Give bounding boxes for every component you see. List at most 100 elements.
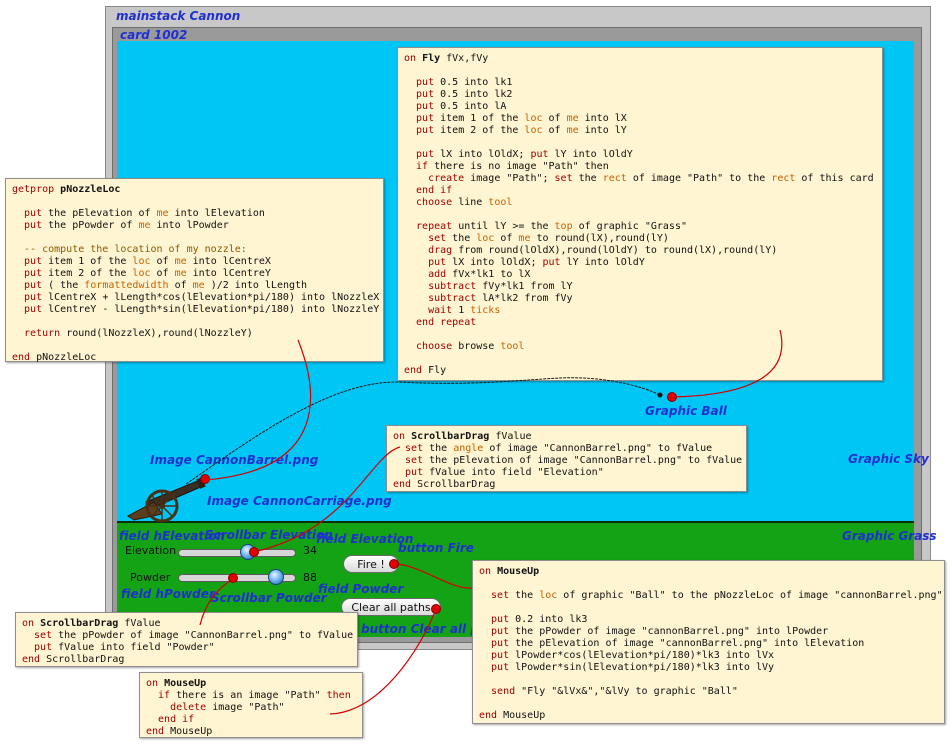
code-line: put fValue into field "Elevation" <box>393 467 740 479</box>
code-line: getprop pNozzleLoc <box>12 184 377 196</box>
scrollbar-elevation-track[interactable] <box>178 549 296 557</box>
code-token: image "Path" <box>206 702 285 713</box>
code-token: of image "Path" to the <box>626 173 772 184</box>
code-token: put <box>404 89 435 100</box>
code-token: MouseUp <box>503 710 546 721</box>
code-token: loc <box>539 590 558 601</box>
card-label: card 1002 <box>120 28 188 42</box>
cannon-icon[interactable] <box>124 472 210 524</box>
code-line: end if <box>404 185 876 197</box>
scrollbar-elevation-thumb[interactable] <box>239 544 256 560</box>
code-token: fValue <box>489 431 532 442</box>
code-line: on MouseUp <box>479 566 938 578</box>
code-token: choose <box>404 341 453 352</box>
code-line: put 0.2 into lk3 <box>479 614 938 626</box>
code-token: lCentreY - lLength*sin(lElevation*pi/180… <box>42 304 380 315</box>
code-token: formattedwidth <box>84 280 169 291</box>
field-powder: 88 <box>303 571 317 584</box>
code-line: put the pPowder of image "cannonBarrel.p… <box>479 626 938 638</box>
scrollbar-elevation[interactable] <box>178 544 296 560</box>
field-helevation: Elevation <box>125 544 177 557</box>
code-line: put the pElevation of image "cannonBarre… <box>479 638 938 650</box>
scrollbar-powder[interactable] <box>178 569 296 585</box>
fire-button[interactable]: Fire ! <box>343 555 399 573</box>
code-token: set <box>393 443 424 454</box>
code-line: put lPowder*cos(lElevation*pi/180)*lk3 i… <box>479 650 938 662</box>
code-token: put <box>12 292 43 303</box>
code-token: put <box>12 256 43 267</box>
code-line: on Fly fVx,fVy <box>404 53 876 65</box>
code-token: fValue <box>118 618 161 629</box>
code-token: end repeat <box>404 317 477 328</box>
code-line: set the loc of me to round(lX),round(lY) <box>404 233 876 245</box>
code-token: the <box>509 590 540 601</box>
code-token: into lX <box>578 113 627 124</box>
code-token: browse <box>452 341 501 352</box>
code-token: of <box>542 113 567 124</box>
code-token: end <box>12 352 37 363</box>
scrollbar-powder-thumb[interactable] <box>267 569 284 585</box>
code-token: into lY <box>578 125 627 136</box>
button-fire-label: button Fire <box>398 541 474 555</box>
code-token: MouseUp <box>170 726 213 737</box>
code-token: repeat <box>404 221 453 232</box>
code-token: the pElevation of image "CannonBarrel.pn… <box>423 455 743 466</box>
code-token: 0.5 into lA <box>434 101 507 112</box>
code-token: the pPowder of <box>42 220 139 231</box>
image-carriage-label: Image CannonCarriage.png <box>207 494 392 508</box>
image-barrel-label: Image CannonBarrel.png <box>150 453 319 467</box>
code-token: lPowder*sin(lElevation*pi/180)*lk3 into … <box>509 662 775 673</box>
code-token: set <box>404 233 447 244</box>
code-token: lX into lOldX; <box>446 257 543 268</box>
code-line: repeat until lY >= the top of graphic "G… <box>404 221 876 233</box>
code-token: lA*lk2 from fVy <box>476 293 573 304</box>
code-token: the pElevation of image "cannonBarrel.pn… <box>509 638 865 649</box>
code-token: on <box>404 53 423 64</box>
code-line: end repeat <box>404 317 876 329</box>
code-token: into lElevation <box>168 208 265 219</box>
code-line: set the loc of graphic "Ball" to the pNo… <box>479 590 943 602</box>
code-token: on <box>22 618 41 629</box>
code-token: fVy*lk1 from lY <box>476 281 573 292</box>
code-line: end MouseUp <box>479 710 938 722</box>
code-token: round(lNozzleX),round(lNozzleY) <box>60 328 253 339</box>
code-line: set the angle of image "CannonBarrel.png… <box>393 443 740 455</box>
code-token: on <box>393 431 412 442</box>
code-line: return round(lNozzleX),round(lNozzleY) <box>12 328 377 340</box>
code-token: rect <box>602 173 627 184</box>
scrollbar-powder-label: Scrollbar Powder <box>211 591 327 605</box>
code-token: tool <box>500 341 525 352</box>
code-token: of <box>494 233 519 244</box>
code-token: subtract <box>404 293 477 304</box>
code-token: end <box>146 726 171 737</box>
code-line: put fValue into field "Powder" <box>22 642 351 654</box>
code-token: ScrollbarDrag <box>411 431 490 442</box>
code-line: put 0.5 into lk1 <box>404 77 876 89</box>
code-line: send "Fly "&lVx&","&lVy to graphic "Ball… <box>479 686 938 698</box>
code-token: the <box>572 173 603 184</box>
field-hpowder: Powder <box>130 571 171 584</box>
code-line: subtract lA*lk2 from fVy <box>404 293 876 305</box>
code-token: put <box>404 77 435 88</box>
code-line: put item 1 of the loc of me into lX <box>404 113 876 125</box>
code-token: loc <box>132 256 151 267</box>
code-token: item 2 of the <box>42 268 133 279</box>
code-token: then <box>326 690 351 701</box>
code-line: put the pElevation of me into lElevation <box>12 208 377 220</box>
code-line: on ScrollbarDrag fValue <box>393 431 740 443</box>
code-token: lY into lOldY <box>560 257 645 268</box>
code-token: getprop <box>12 184 61 195</box>
code-token: )/2 into lLength <box>204 280 308 291</box>
code-token: into lCentreX <box>186 256 271 267</box>
code-token: me <box>518 233 531 244</box>
code-token: of this card <box>795 173 874 184</box>
code-line: end pNozzleLoc <box>12 352 377 364</box>
code-token: ( the <box>42 280 85 291</box>
code-token: me <box>566 125 579 136</box>
code-token: item 2 of the <box>434 125 525 136</box>
code-token: put <box>404 113 435 124</box>
